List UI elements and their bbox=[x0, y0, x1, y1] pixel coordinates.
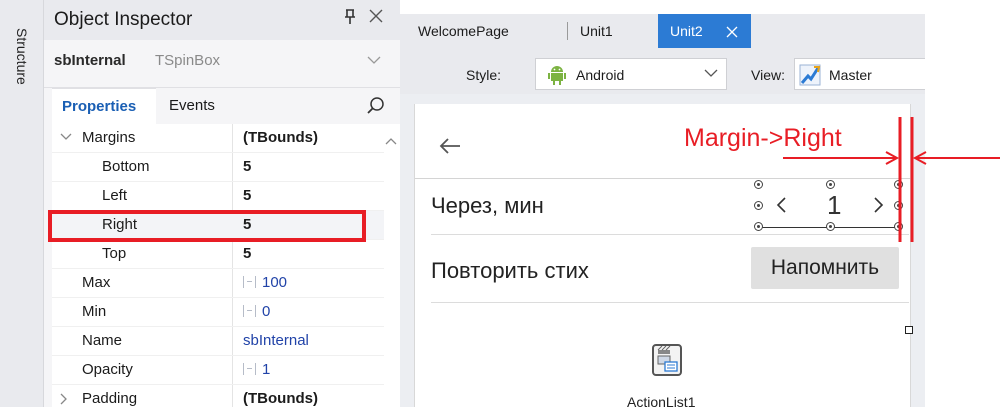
selection-handle[interactable] bbox=[826, 180, 835, 189]
style-label: Style: bbox=[466, 67, 502, 83]
property-name: Max bbox=[82, 274, 111, 291]
structure-panel-tab[interactable]: Structure bbox=[0, 0, 44, 407]
integer-type-icon bbox=[243, 276, 256, 288]
property-grid: Margins (TBounds) Bottom 5 Left 5 Right … bbox=[52, 124, 400, 407]
property-row-max[interactable]: Max 100 bbox=[52, 269, 384, 298]
selection-handle[interactable] bbox=[894, 180, 903, 189]
property-name: Bottom bbox=[102, 158, 150, 175]
object-inspector-title: Object Inspector bbox=[54, 9, 193, 30]
tab-label: Unit1 bbox=[580, 23, 613, 39]
tab-properties[interactable]: Properties bbox=[52, 88, 156, 124]
napomnit-button[interactable]: Напомнить bbox=[751, 247, 899, 289]
tab-unit2[interactable]: Unit2 bbox=[658, 14, 751, 48]
spin-decrement-icon[interactable] bbox=[775, 194, 787, 220]
selection-handle[interactable] bbox=[894, 222, 903, 231]
close-icon[interactable] bbox=[369, 7, 383, 29]
view-select[interactable]: Master bbox=[794, 58, 925, 90]
label-povtorit-stikh[interactable]: Повторить стих bbox=[431, 258, 589, 284]
style-select[interactable]: Android bbox=[535, 58, 727, 90]
property-row-opacity[interactable]: Opacity 1 bbox=[52, 356, 384, 385]
property-row-margins[interactable]: Margins (TBounds) bbox=[52, 124, 384, 153]
property-value[interactable]: (TBounds) bbox=[243, 129, 318, 146]
android-icon bbox=[548, 65, 566, 88]
tab-welcomepage[interactable]: WelcomePage bbox=[400, 14, 550, 48]
tab-events[interactable]: Events bbox=[169, 97, 215, 114]
property-name: Margins bbox=[82, 129, 136, 146]
property-value[interactable]: (TBounds) bbox=[243, 390, 318, 407]
property-row-padding[interactable]: Padding (TBounds) bbox=[52, 385, 384, 407]
selection-handle[interactable] bbox=[894, 201, 903, 210]
component-name: sbInternal bbox=[54, 52, 126, 69]
view-value: Master bbox=[829, 67, 872, 83]
property-value[interactable]: 0 bbox=[243, 303, 270, 320]
style-value: Android bbox=[576, 67, 625, 83]
structure-tab-label: Structure bbox=[14, 28, 30, 85]
property-row-name[interactable]: Name sbInternal bbox=[52, 327, 384, 356]
annotation-margin-right-label: Margin->Right bbox=[684, 124, 842, 152]
property-value[interactable]: 5 bbox=[243, 158, 251, 175]
property-value[interactable]: 100 bbox=[243, 274, 287, 291]
property-value[interactable]: sbInternal bbox=[243, 332, 309, 349]
object-inspector-tabs: Properties Events bbox=[44, 88, 400, 124]
spin-increment-icon[interactable] bbox=[873, 194, 885, 220]
float-type-icon bbox=[243, 363, 256, 375]
close-icon[interactable] bbox=[726, 25, 738, 41]
property-name: Opacity bbox=[82, 361, 133, 378]
chevron-down-icon bbox=[704, 65, 718, 82]
property-row-top[interactable]: Top 5 bbox=[52, 240, 384, 269]
selection-handle[interactable] bbox=[754, 180, 763, 189]
chevron-down-icon[interactable] bbox=[367, 52, 381, 68]
back-arrow-icon[interactable] bbox=[439, 131, 461, 162]
search-icon[interactable] bbox=[366, 96, 386, 116]
property-name: Left bbox=[102, 187, 128, 204]
row-divider bbox=[431, 234, 909, 235]
property-name: Min bbox=[82, 303, 107, 320]
header-divider bbox=[415, 178, 912, 179]
integer-type-icon bbox=[243, 305, 256, 317]
editor-tab-bar: WelcomePage Unit1 Unit2 bbox=[400, 14, 925, 48]
property-name: Name bbox=[82, 332, 123, 349]
property-value-text: 0 bbox=[262, 303, 271, 320]
row-divider bbox=[431, 302, 909, 303]
right-property-highlight bbox=[48, 210, 366, 242]
actionlist-component-icon[interactable] bbox=[652, 344, 682, 376]
property-row-left[interactable]: Left 5 bbox=[52, 182, 384, 211]
property-value[interactable]: 1 bbox=[243, 361, 270, 378]
expand-chevron-icon[interactable] bbox=[60, 393, 70, 405]
spinbox-value[interactable]: 1 bbox=[827, 190, 841, 221]
actionlist-label: ActionList1 bbox=[627, 394, 696, 407]
tab-properties-label: Properties bbox=[62, 98, 137, 115]
object-inspector-header: Object Inspector bbox=[44, 0, 400, 40]
tab-unit1[interactable]: Unit1 bbox=[568, 14, 658, 48]
selection-handle[interactable] bbox=[826, 222, 835, 231]
selection-handle[interactable] bbox=[754, 201, 763, 210]
chevron-up-icon[interactable] bbox=[385, 134, 397, 148]
view-label: View: bbox=[751, 67, 785, 83]
component-selector[interactable]: sbInternal TSpinBox bbox=[44, 40, 400, 88]
property-name: Top bbox=[102, 245, 127, 262]
label-cherez-min[interactable]: Через, мин bbox=[431, 193, 544, 219]
selection-handle[interactable] bbox=[754, 222, 763, 231]
form-resize-handle[interactable] bbox=[905, 326, 913, 334]
object-inspector: Object Inspector sbInternal TSpinBox Pro… bbox=[44, 0, 400, 407]
property-row-bottom[interactable]: Bottom 5 bbox=[52, 153, 384, 182]
property-row-min[interactable]: Min 0 bbox=[52, 298, 384, 327]
property-value-text: 1 bbox=[262, 361, 271, 378]
master-view-icon bbox=[799, 64, 821, 89]
collapse-chevron-icon[interactable] bbox=[60, 132, 72, 142]
editor-area: WelcomePage Unit1 Unit2 Style: Android V… bbox=[400, 0, 1003, 407]
property-value-text: 100 bbox=[262, 274, 288, 291]
designer-toolbar: Style: Android View: Master bbox=[400, 48, 925, 94]
property-value[interactable]: 5 bbox=[243, 245, 251, 262]
tab-label: WelcomePage bbox=[418, 23, 509, 39]
tab-label: Unit2 bbox=[670, 23, 703, 39]
pin-icon[interactable] bbox=[343, 9, 357, 30]
component-type: TSpinBox bbox=[155, 52, 221, 69]
property-name: Padding bbox=[82, 390, 138, 407]
property-value[interactable]: 5 bbox=[243, 187, 251, 204]
